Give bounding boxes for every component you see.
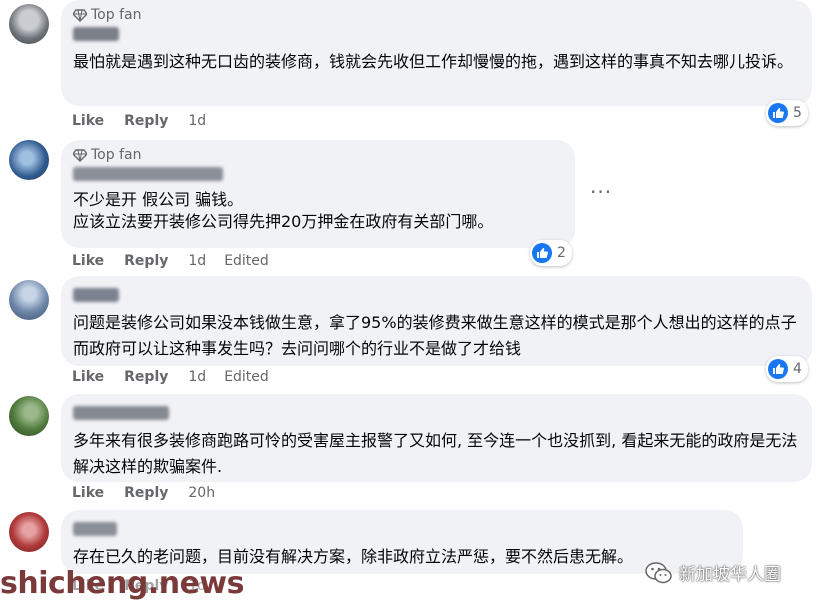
comment-text: 问题是装修公司如果没本钱做生意，拿了95%的装修费来做生意这样的模式是那个人想出… [73,313,797,358]
author-name[interactable] [73,288,119,302]
timestamp[interactable]: 1d [188,369,206,385]
comment-text: 多年来有很多装修商跑路可怜的受害屋主报警了又如何, 至今连一个也没抓到, 看起来… [73,431,798,476]
like-button[interactable]: Like [72,369,104,385]
comment-bubble: 存在已久的老问题，目前没有解决方案，除非政府立法严惩，要不然后患无解。 [61,510,743,574]
watermark-right: 新加坡华人圈 [645,560,781,585]
reply-button[interactable]: Reply [124,253,168,269]
like-reaction-icon [768,359,788,379]
reaction-count[interactable]: 4 [766,356,808,382]
avatar[interactable] [9,4,49,44]
like-reaction-icon [768,103,788,123]
comment-bubble: 多年来有很多装修商跑路可怜的受害屋主报警了又如何, 至今连一个也没抓到, 看起来… [61,394,812,482]
comment-actions: Like Reply 1d Edited [72,253,269,269]
reply-button[interactable]: Reply [124,113,168,129]
wechat-icon [645,561,672,583]
comment-actions: Like Reply 1d Edited [72,369,269,385]
comment-text: 不少是开 假公司 骗钱。 应该立法要开装修公司得先押20万押金在政府有关部门哪。 [73,190,494,231]
author-name[interactable] [73,167,223,181]
avatar[interactable] [9,280,49,320]
timestamp[interactable]: 1d [188,113,206,129]
edited-label[interactable]: Edited [224,253,269,269]
diamond-icon [73,9,87,22]
more-options-icon[interactable]: ··· [590,180,612,204]
like-button[interactable]: Like [72,485,104,501]
comment-text: 最怕就是遇到这种无口齿的装修商，钱就会先收但工作却慢慢的拖，遇到这样的事真不知去… [73,52,794,71]
top-fan-badge: Top fan [73,146,563,164]
avatar[interactable] [9,140,49,180]
reaction-count[interactable]: 2 [530,240,572,266]
like-button[interactable]: Like [72,253,104,269]
avatar[interactable] [9,396,49,436]
comment-actions: Like Reply 1d [72,113,224,129]
timestamp[interactable]: 20h [188,485,215,501]
top-fan-badge: Top fan [73,6,800,24]
author-name[interactable] [73,522,117,536]
reply-button[interactable]: Reply [124,369,168,385]
timestamp[interactable]: 1d [188,253,206,269]
like-button[interactable]: Like [72,113,104,129]
reply-button[interactable]: Reply [124,485,168,501]
comment-bubble: Top fan 不少是开 假公司 骗钱。 应该立法要开装修公司得先押20万押金在… [61,140,575,248]
edited-label[interactable]: Edited [224,369,269,385]
comment-actions: Like Reply 20h [72,485,233,501]
author-name[interactable] [73,406,169,420]
watermark-left: shicheng.news [0,566,245,601]
like-reaction-icon [532,243,552,263]
reaction-count[interactable]: 5 [766,100,808,126]
comment-bubble: 问题是装修公司如果没本钱做生意，拿了95%的装修费来做生意这样的模式是那个人想出… [61,276,812,366]
comment-bubble: Top fan 最怕就是遇到这种无口齿的装修商，钱就会先收但工作却慢慢的拖，遇到… [61,0,812,106]
avatar[interactable] [9,512,49,552]
diamond-icon [73,149,87,162]
author-name[interactable] [73,27,119,41]
